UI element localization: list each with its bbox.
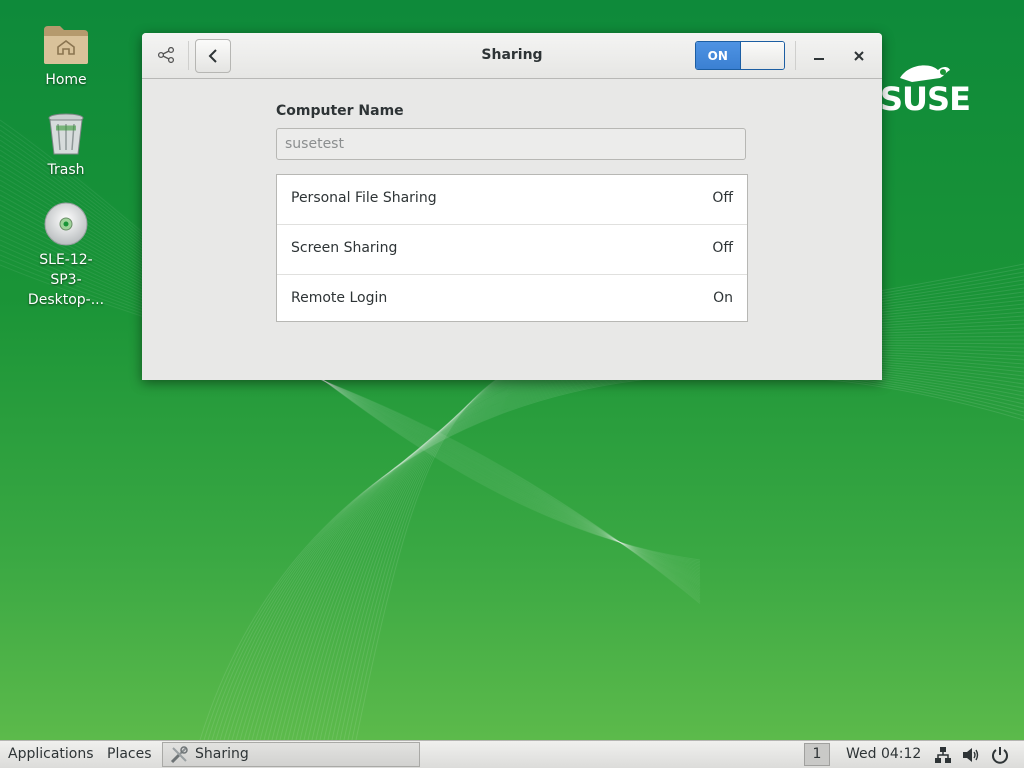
service-row-screen-sharing[interactable]: Screen Sharing Off <box>277 225 747 275</box>
applications-menu[interactable]: Applications <box>8 746 94 762</box>
clock[interactable]: Wed 04:12 <box>846 746 921 762</box>
volume-icon[interactable] <box>962 746 980 764</box>
desktop-icon-home[interactable]: Home <box>18 22 114 90</box>
desktop-icon-label-line: Desktop-... <box>27 292 105 308</box>
desktop-icon-label-line: SP3- <box>50 272 82 288</box>
taskbar-window-sharing[interactable]: Sharing <box>162 742 420 767</box>
network-icon[interactable] <box>934 746 952 764</box>
window-headerbar[interactable]: Sharing ON <box>142 33 882 79</box>
sharing-window: Sharing ON Computer Name Personal File S… <box>142 33 882 380</box>
computer-name-label: Computer Name <box>276 103 404 119</box>
computer-name-field[interactable] <box>276 128 746 160</box>
sharing-services-list: Personal File Sharing Off Screen Sharing… <box>276 174 748 322</box>
desktop-icon-label: Home <box>45 72 87 88</box>
close-button[interactable] <box>844 41 874 70</box>
minimize-button[interactable] <box>804 41 834 70</box>
trash-icon <box>48 113 84 155</box>
places-menu[interactable]: Places <box>107 746 152 762</box>
service-name: Personal File Sharing <box>291 190 437 206</box>
bottom-panel: Applications Places Sharing 1 Wed 04:12 <box>0 740 1024 768</box>
close-icon <box>854 50 864 61</box>
service-row-personal-file-sharing[interactable]: Personal File Sharing Off <box>277 175 747 225</box>
sharing-master-switch[interactable]: ON <box>695 41 785 70</box>
workspace-switcher[interactable]: 1 <box>804 743 830 766</box>
desktop-icon-label: Trash <box>47 162 85 178</box>
desktop-icon-label-line: SLE-12- <box>39 252 93 268</box>
share-icon <box>150 39 182 71</box>
back-button[interactable] <box>195 39 231 73</box>
minimize-icon <box>814 57 824 60</box>
suse-brand-text: SUSE <box>880 80 971 118</box>
desktop-icon-dvd[interactable]: SLE-12- SP3- Desktop-... <box>18 202 114 310</box>
service-status: Off <box>712 190 733 206</box>
switch-knob[interactable] <box>739 42 784 69</box>
service-status: On <box>713 290 733 306</box>
header-separator <box>795 41 796 70</box>
header-separator <box>188 41 189 70</box>
service-name: Screen Sharing <box>291 240 398 256</box>
service-name: Remote Login <box>291 290 388 306</box>
service-status: Off <box>712 240 733 256</box>
task-label: Sharing <box>195 746 249 762</box>
desktop-icon-trash[interactable]: Trash <box>18 112 114 180</box>
power-icon[interactable] <box>991 746 1009 764</box>
service-row-remote-login[interactable]: Remote Login On <box>277 275 747 324</box>
switch-on-label: ON <box>696 42 740 69</box>
settings-tools-icon <box>170 746 188 764</box>
home-folder-icon <box>44 26 88 64</box>
chevron-left-icon <box>208 49 217 63</box>
sharing-content: Computer Name Personal File Sharing Off … <box>142 79 882 380</box>
optical-disc-icon <box>44 202 88 246</box>
